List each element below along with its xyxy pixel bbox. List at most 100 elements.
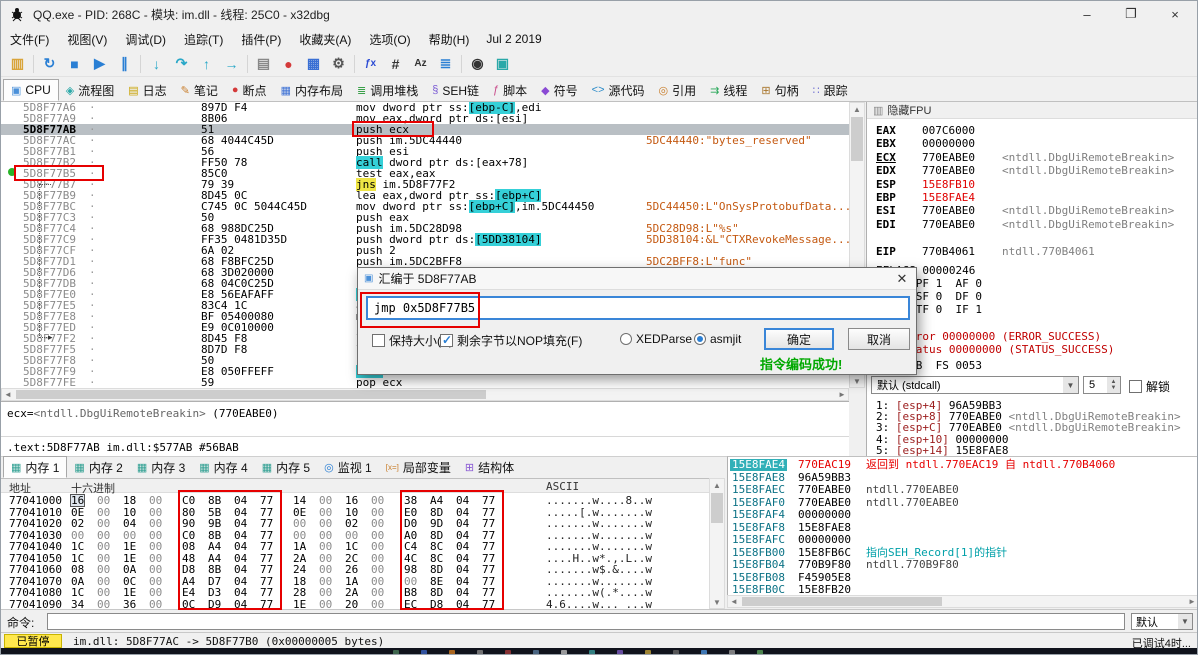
close-button[interactable]: × [1153, 1, 1197, 27]
stack-row[interactable]: 15E8FAFC 00000000 [728, 534, 1197, 546]
menu-item-7[interactable]: 帮助(H) [420, 27, 479, 52]
radio-selected-icon[interactable] [694, 333, 706, 345]
register-row[interactable]: EBX 00000000 [867, 137, 1197, 150]
dump-byte[interactable]: 10 [123, 507, 136, 518]
dump-byte[interactable]: 00 [149, 599, 162, 610]
taskbar-app-icon[interactable] [589, 650, 595, 654]
register-row[interactable]: ESP 15E8FB10 [867, 178, 1197, 191]
xedparse-radio[interactable]: XEDParse [620, 332, 692, 346]
tab-线程[interactable]: ⇉ 线程 [703, 79, 754, 101]
tab-符号[interactable]: ◆ 符号 [534, 79, 584, 101]
dump-byte[interactable]: 04 [123, 518, 136, 529]
dump-byte[interactable]: 1E [123, 541, 136, 552]
stack-row[interactable]: 15E8FB00 15E8FB6C 指向SEH_Record[1]的指针 [728, 546, 1197, 559]
dump-byte[interactable]: 00 [319, 518, 332, 529]
scroll-left-icon[interactable]: ◄ [2, 389, 14, 400]
stepper-arrows-icon[interactable]: ▲ ▼ [1107, 377, 1120, 393]
dump-byte[interactable]: 00 [149, 576, 162, 587]
taskbar-app-icon[interactable] [673, 650, 679, 654]
tab-CPU[interactable]: ▣ CPU [3, 79, 59, 101]
scroll-up-icon[interactable]: ▲ [850, 103, 864, 115]
dump-byte[interactable]: 0E [71, 507, 84, 518]
ok-button[interactable]: 确定 [764, 328, 834, 350]
dump-byte[interactable]: 00 [97, 495, 110, 506]
dump-row[interactable]: 77041070 0A 00 0C 00 A4 D7 04 77 18 00 1A 00 00 8E 04 77… [1, 576, 709, 587]
dump-byte[interactable]: 1A [345, 576, 358, 587]
hash-icon[interactable]: # [383, 53, 408, 75]
scroll-down-icon[interactable]: ▼ [710, 596, 724, 608]
dump-row[interactable]: 77041000 16 00 18 00 C0 8B 04 77 14 00 16 00 38 A4 04 77… [1, 494, 709, 507]
restart-icon[interactable]: ↻ [37, 53, 62, 75]
dump-byte[interactable]: 00 [149, 518, 162, 529]
stack-scrollbar-horizontal[interactable]: ◄ ► [727, 595, 1197, 608]
dump-byte[interactable]: 00 [319, 587, 332, 598]
bottom-tab-内存 4[interactable]: ▦ 内存 4 [192, 456, 254, 478]
window-icon[interactable]: ▣ [490, 53, 515, 75]
dump-byte[interactable]: 00 [71, 530, 84, 541]
dump-byte[interactable]: 00 [293, 518, 306, 529]
disasm-scrollbar-horizontal[interactable]: ◄ ► [1, 388, 849, 401]
register-row[interactable]: ECX 770EABE0 <ntdll.DbgUiRemoteBreakin> [867, 151, 1197, 164]
scroll-thumb[interactable] [851, 117, 863, 161]
stack-row[interactable]: 15E8FB08 F45905E8 [728, 571, 1197, 584]
argument-row[interactable]: 5: [esp+14] 15E8FAE8 [876, 445, 1008, 456]
dump-byte[interactable]: 00 [319, 507, 332, 518]
bottom-tab-结构体[interactable]: ⊞ 结构体 [458, 456, 521, 478]
tab-流程图[interactable]: ◈ 流程图 [59, 79, 121, 101]
dump-scrollbar-vertical[interactable]: ▲ ▼ [709, 478, 725, 609]
menu-item-2[interactable]: 调试(D) [116, 27, 175, 52]
tab-跟踪[interactable]: ∷ 跟踪 [806, 79, 855, 101]
dump-byte[interactable]: 00 [319, 553, 332, 564]
bottom-tab-监视 1[interactable]: ◎ 监视 1 [317, 456, 379, 478]
dump-byte[interactable]: 0A [123, 564, 136, 575]
dump-byte[interactable]: 14 [293, 495, 306, 506]
command-syntax-select[interactable]: 默认 ▼ [1131, 613, 1193, 630]
dump-byte[interactable]: 26 [345, 564, 358, 575]
dump-byte[interactable]: 00 [319, 576, 332, 587]
dump-byte[interactable]: 00 [97, 518, 110, 529]
dump-byte[interactable]: 00 [319, 564, 332, 575]
disasm-row[interactable]: 5D8F77BC · C745 0C 5044C45D mov dword ptr s… [1, 200, 849, 213]
dump-byte[interactable]: 00 [97, 553, 110, 564]
dump-byte[interactable]: 00 [97, 599, 110, 610]
menu-item-0[interactable]: 文件(F) [1, 27, 58, 52]
dump-row[interactable]: 77041060 08 00 0A 00 D8 8B 04 77 24 00 26 00 98 8D 04 77… [1, 564, 709, 575]
bottom-tab-内存 1[interactable]: ▦ 内存 1 [3, 456, 68, 478]
dump-byte[interactable]: 02 [345, 518, 358, 529]
dump-byte[interactable]: 00 [293, 530, 306, 541]
dump-byte[interactable]: 00 [319, 530, 332, 541]
command-input[interactable] [47, 613, 1125, 630]
dump-byte[interactable]: 00 [319, 599, 332, 610]
checkbox-icon[interactable] [1129, 380, 1142, 393]
calculator-icon[interactable]: ƒx [358, 53, 383, 75]
dump-byte[interactable]: 00 [149, 587, 162, 598]
calling-convention-select[interactable]: 默认 (stdcall) ▼ [871, 376, 1079, 394]
scroll-thumb[interactable] [711, 493, 723, 523]
dump-byte[interactable]: 20 [345, 599, 358, 610]
bottom-tab-内存 5[interactable]: ▦ 内存 5 [255, 456, 317, 478]
dump-byte[interactable]: 1E [123, 553, 136, 564]
chevron-down-icon[interactable]: ▼ [1178, 614, 1192, 629]
dump-row[interactable]: 77041010 0E 00 10 00 80 5B 04 77 0E 00 10 00 E0 8D 04 77… [1, 507, 709, 518]
dump-byte[interactable]: 36 [123, 599, 136, 610]
dump-byte[interactable]: 1E [123, 587, 136, 598]
nop-fill-checkbox[interactable]: 剩余字节以NOP填充(F) [440, 332, 582, 349]
taskbar-app-icon[interactable] [393, 650, 399, 654]
dump-byte[interactable]: 00 [97, 507, 110, 518]
dump-byte[interactable]: 24 [293, 564, 306, 575]
dump-byte[interactable]: 10 [345, 507, 358, 518]
scroll-thumb[interactable] [16, 390, 486, 399]
dump-byte[interactable]: 1A [293, 541, 306, 552]
menu-item-3[interactable]: 追踪(T) [175, 27, 232, 52]
dump-byte[interactable]: 00 [345, 530, 358, 541]
dump-byte[interactable]: 1E [293, 599, 306, 610]
dump-byte[interactable]: 0A [71, 576, 84, 587]
step-out-icon[interactable]: ↑ [194, 53, 219, 75]
breakpoint-icon[interactable]: ● [276, 53, 301, 75]
register-row[interactable]: ESI 770EABE0 <ntdll.DbgUiRemoteBreakin> [867, 204, 1197, 217]
dump-byte[interactable]: 02 [71, 518, 84, 529]
taskbar-app-icon[interactable] [701, 650, 707, 654]
hide-fpu-button[interactable]: ▥ 隐藏FPU [867, 102, 1197, 119]
chevron-down-icon[interactable]: ▼ [1063, 377, 1078, 393]
dump-row[interactable]: 77041020 02 00 04 00 90 9B 04 77 00 00 02 00 D0 9D 04 77… [1, 518, 709, 529]
